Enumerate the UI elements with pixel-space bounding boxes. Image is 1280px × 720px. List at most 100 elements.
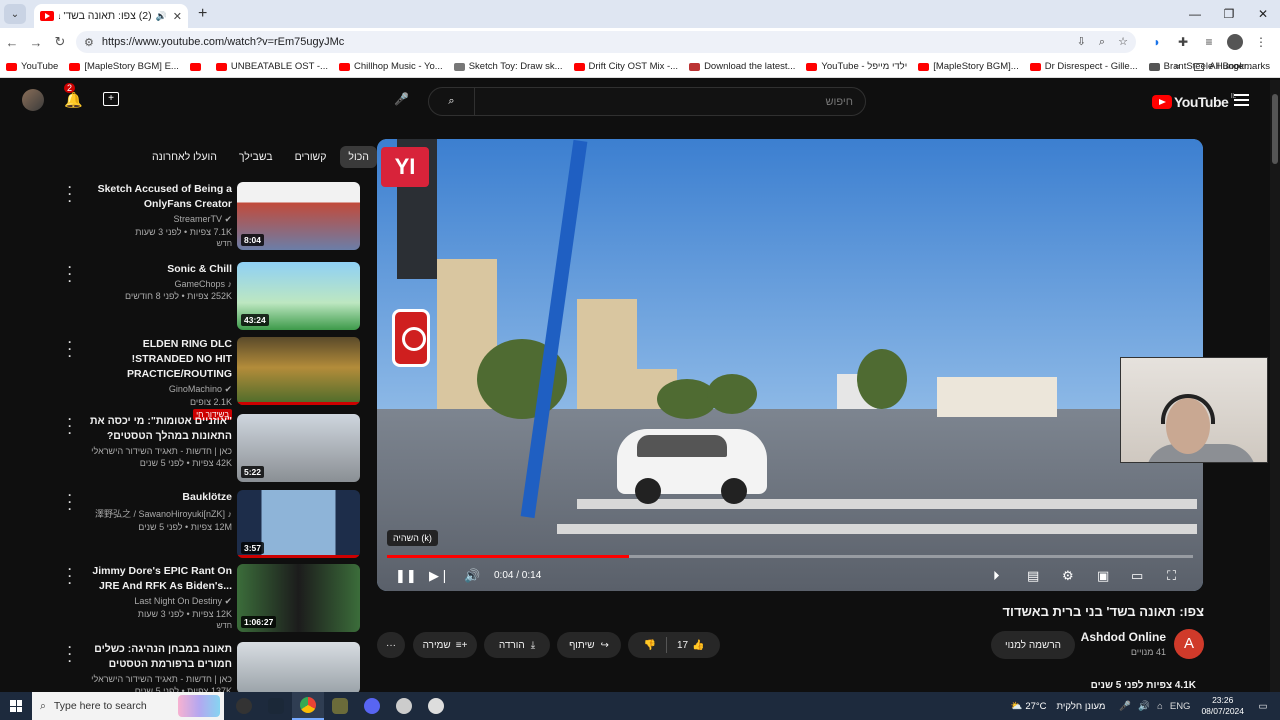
notifications-bell-icon[interactable]: 🔔 2	[64, 83, 83, 109]
video-thumbnail[interactable]: 5:22	[237, 414, 360, 482]
video-title[interactable]: Jimmy Dore's EPIC Rant On JRE And RFK As…	[84, 564, 232, 594]
bookmark-item[interactable]: Chillhop Music - Yo...	[338, 61, 443, 72]
profile-avatar[interactable]	[1227, 34, 1243, 50]
video-thumbnail[interactable]: 3:57	[237, 490, 360, 558]
extensions-puzzle-icon[interactable]: ✚	[1170, 35, 1196, 49]
extension-icon[interactable]: ◗	[1144, 35, 1170, 49]
list-item[interactable]: · · · Jimmy Dore's EPIC Rant On JRE And RF…	[60, 562, 360, 632]
taskbar-app-generic-2[interactable]	[420, 692, 452, 720]
bookmark-item[interactable]: [MapleStory BGM]...	[918, 61, 1019, 72]
account-avatar[interactable]	[22, 89, 44, 111]
video-thumbnail[interactable]: 43:24	[237, 262, 360, 330]
chip-all[interactable]: הכול	[340, 146, 377, 168]
more-actions-icon[interactable]: · · ·	[68, 261, 72, 287]
download-button[interactable]: הורדה ⤓	[484, 632, 550, 658]
channel-avatar[interactable]: A	[1174, 629, 1204, 659]
taskbar-app-game[interactable]	[324, 692, 356, 720]
miniplayer-icon[interactable]: ▣	[1097, 568, 1109, 584]
bookmark-item[interactable]: YouTube - ילדי מייפל	[806, 61, 907, 72]
bookmark-item[interactable]: Dr Disrespect - Gille...	[1029, 61, 1138, 72]
search-input[interactable]	[475, 88, 865, 115]
bookmark-item[interactable]: YouTube	[6, 61, 58, 72]
bookmark-item[interactable]: Drift City OST Mix -...	[573, 61, 678, 72]
install-app-icon[interactable]: ⇩	[1077, 36, 1086, 48]
video-thumbnail[interactable]	[237, 642, 360, 694]
taskbar-search[interactable]: ⌕ Type here to search	[32, 692, 224, 720]
more-actions-icon[interactable]: · · ·	[68, 563, 72, 589]
zoom-icon[interactable]: ⌕	[1099, 36, 1105, 48]
taskbar-app-generic[interactable]	[388, 692, 420, 720]
taskbar-app-chrome[interactable]	[292, 692, 324, 720]
more-actions-icon[interactable]: · · ·	[68, 413, 72, 439]
video-thumbnail[interactable]: 1:06:27	[237, 564, 360, 632]
list-item[interactable]: · · · ELDEN RING DLC !STRANDED NO HIT PRAC…	[60, 335, 360, 420]
subtitles-icon[interactable]: ▤	[1027, 568, 1039, 584]
more-actions-button[interactable]: ···	[377, 632, 405, 658]
bookmark-item[interactable]: [MapleStory BGM] E...	[69, 61, 179, 72]
site-info-icon[interactable]: ⚙	[84, 36, 94, 49]
list-item[interactable]: · · · Sketch Accused of Being a OnlyFans C…	[60, 180, 360, 250]
channel-name[interactable]: כאן | חדשות - תאגיד השידור הישראלי	[84, 446, 232, 456]
tab-search-button[interactable]: ⌄	[4, 4, 26, 24]
reload-button[interactable]: ↻	[48, 34, 72, 50]
chrome-menu-icon[interactable]: ⋮	[1248, 35, 1274, 49]
theater-mode-icon[interactable]: ▭	[1131, 568, 1143, 584]
like-icon[interactable]: 👍	[692, 640, 704, 651]
channel-name[interactable]: ✔ StreamerTV	[84, 214, 232, 225]
video-title[interactable]: "אוזניים אטומות": מי יכסה את התאונות במה…	[84, 414, 232, 444]
weather-widget[interactable]: ⛅ 27°C	[1011, 701, 1047, 712]
volume-icon[interactable]: 🔊	[464, 568, 480, 584]
bookmark-item[interactable]: Download the latest...	[689, 61, 795, 72]
more-actions-icon[interactable]: · · ·	[68, 181, 72, 207]
channel-name-main[interactable]: Ashdod Online	[1080, 630, 1166, 644]
video-title[interactable]: ELDEN RING DLC !STRANDED NO HIT PRACTICE…	[84, 337, 232, 382]
settings-gear-icon[interactable]: ⚙	[1062, 568, 1074, 584]
chip-related[interactable]: קשורים	[287, 146, 335, 168]
video-title[interactable]: Sketch Accused of Being a OnlyFans Creat…	[84, 182, 232, 212]
channel-name[interactable]: ✔ GinoMachino	[84, 384, 232, 395]
page-scrollbar[interactable]	[1270, 80, 1280, 692]
scrollbar-thumb[interactable]	[1272, 94, 1278, 164]
taskbar-app-obs[interactable]	[228, 692, 260, 720]
more-actions-icon[interactable]: · · ·	[68, 641, 72, 667]
voice-search-icon[interactable]: 🎤	[394, 92, 409, 110]
channel-name[interactable]: כאן | חדשות - תאגיד השידור הישראלי	[84, 674, 232, 684]
clock[interactable]: 23:26 08/07/2024	[1201, 695, 1244, 717]
back-button[interactable]: ←	[0, 35, 24, 50]
network-icon[interactable]: ⌂	[1157, 701, 1163, 712]
mic-icon[interactable]: 🎤	[1119, 701, 1131, 712]
video-title[interactable]: Bauklötze	[84, 490, 232, 505]
more-actions-icon[interactable]: · · ·	[68, 336, 72, 362]
audio-playing-icon[interactable]: 🔊	[156, 11, 167, 22]
next-icon[interactable]: ▶❘	[429, 568, 450, 584]
minimize-button[interactable]: —	[1178, 0, 1212, 28]
list-item[interactable]: · · · "אוזניים אטומות": מי יכסה את התאונות…	[60, 412, 360, 482]
start-button[interactable]	[0, 692, 32, 720]
address-bar[interactable]: ⚙ https://www.youtube.com/watch?v=rEm75u…	[76, 31, 1136, 53]
close-window-button[interactable]: ✕	[1246, 0, 1280, 28]
chip-for-you[interactable]: בשבילך	[231, 146, 281, 168]
chip-recent[interactable]: הועלו לאחרונה	[144, 146, 225, 168]
video-title[interactable]: תאונה במבחן הנהיגה: כשלים חמורים ברפורמת…	[84, 642, 232, 672]
subscribe-button[interactable]: הרשמה למנוי	[991, 631, 1075, 659]
create-video-icon[interactable]: +	[103, 92, 119, 106]
speaker-icon[interactable]: 🔊	[1138, 701, 1150, 712]
save-button[interactable]: שמירה ≡+	[413, 632, 477, 658]
language-indicator[interactable]: ENG	[1170, 701, 1191, 712]
pause-icon[interactable]: ❚❚	[395, 568, 417, 584]
new-tab-button[interactable]: +	[198, 5, 207, 23]
autoplay-toggle-icon[interactable]: ⏵	[993, 568, 1000, 584]
channel-name[interactable]: ✔ Last Night On Destiny	[84, 596, 232, 607]
restore-button[interactable]: ❐	[1212, 0, 1246, 28]
close-tab-icon[interactable]: ✕	[173, 10, 182, 23]
bookmark-star-icon[interactable]: ☆	[1118, 36, 1128, 48]
bookmark-item[interactable]	[189, 62, 205, 71]
bookmark-item[interactable]: UNBEATABLE OST -...	[215, 61, 328, 72]
browser-tab-active[interactable]: (2) צפו: תאונה בשד' בני ברית 🔊 ✕	[34, 4, 188, 28]
notification-center-icon[interactable]: ▭	[1254, 701, 1272, 712]
all-bookmarks-button[interactable]: All Bookmarks	[1194, 61, 1270, 72]
list-item[interactable]: · · · Sonic & Chill ♪ GameChops 252K צפיות…	[60, 260, 360, 330]
video-progress-bar[interactable]	[387, 555, 1193, 558]
more-actions-icon[interactable]: · · ·	[68, 489, 72, 515]
channel-name[interactable]: ♪ GameChops	[84, 279, 232, 289]
